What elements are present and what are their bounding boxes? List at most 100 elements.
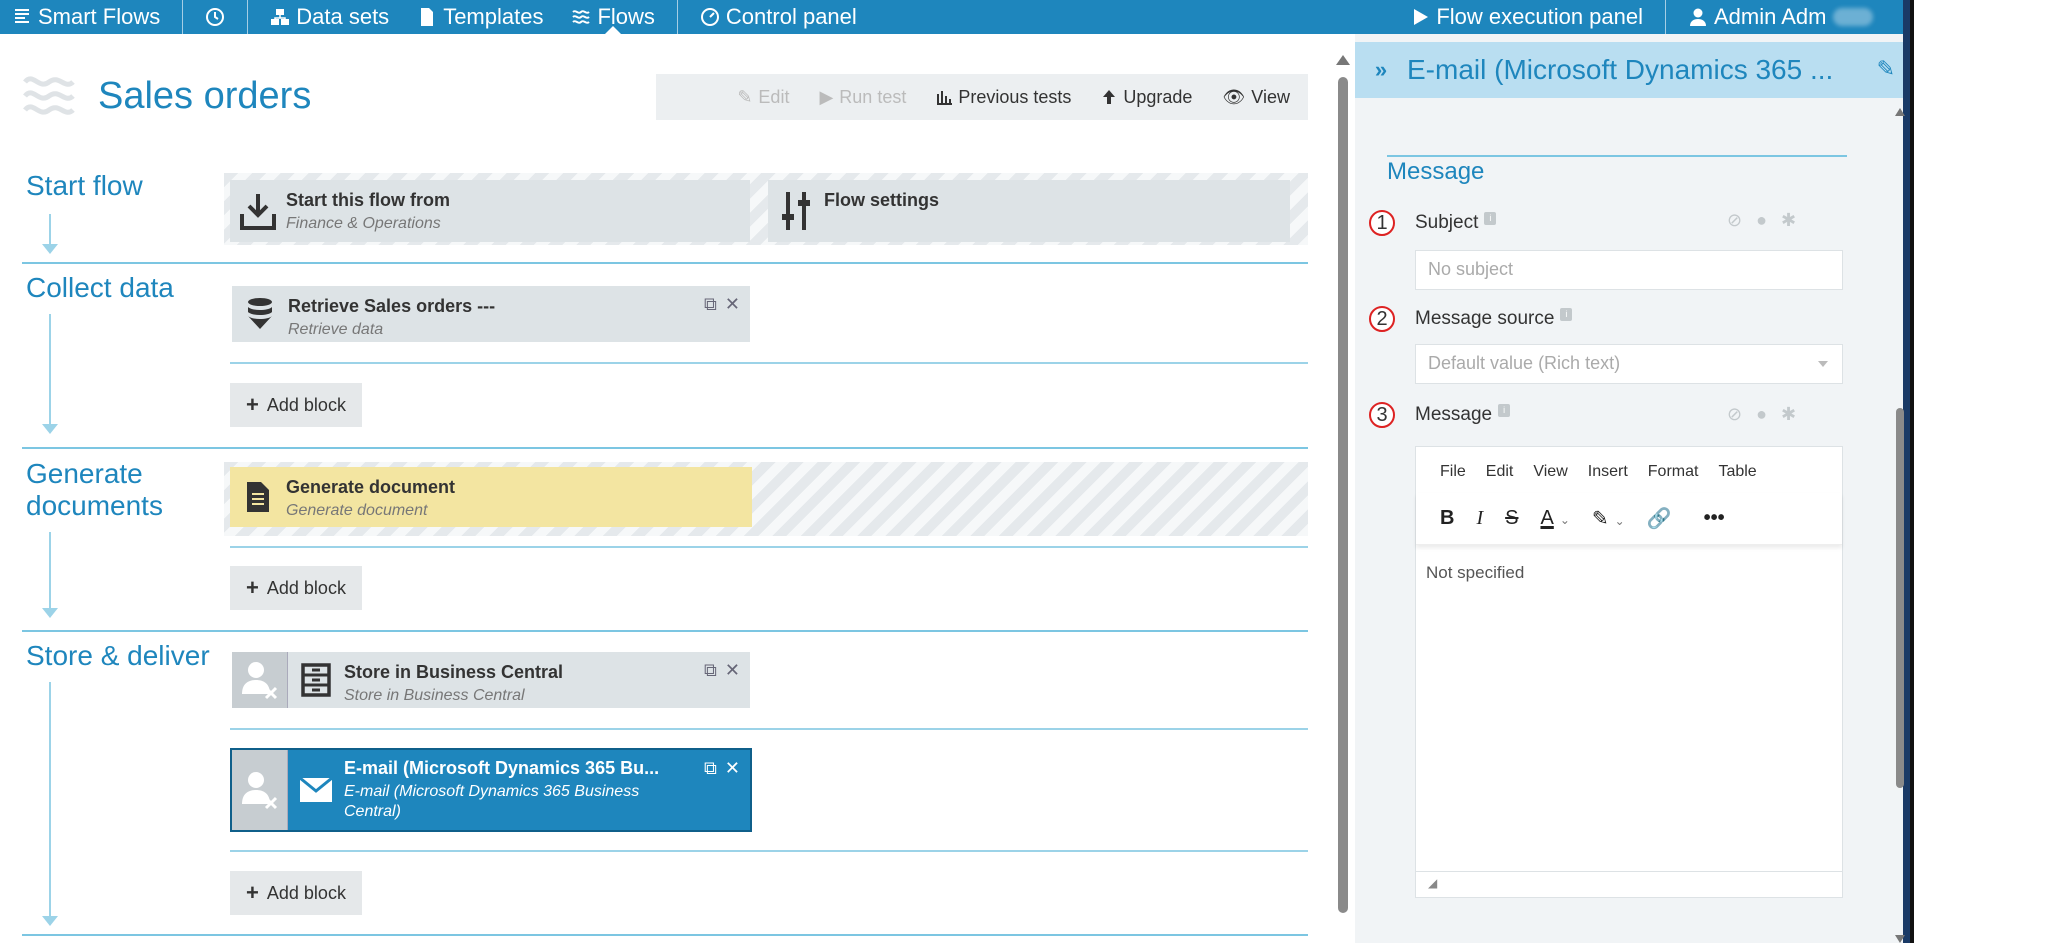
close-icon[interactable]: ✕	[725, 758, 740, 779]
start-flow-block[interactable]: Start this flow from Finance & Operation…	[230, 180, 750, 242]
menu-insert[interactable]: Insert	[1588, 463, 1628, 493]
copy-icon[interactable]: ⧉	[704, 660, 717, 681]
nav-templates[interactable]: Templates	[409, 0, 551, 34]
run-test-label: Run test	[839, 86, 907, 107]
edit-title-icon[interactable]: ✎	[1877, 56, 1895, 82]
nav-datasets[interactable]: Data sets	[262, 0, 397, 34]
add-block-button[interactable]: + Add block	[230, 383, 362, 427]
edit-button[interactable]: ✎ Edit	[737, 87, 789, 108]
view-button[interactable]: 👁 View	[1222, 87, 1290, 108]
editor-resize-handle[interactable]: ◢	[1416, 871, 1842, 897]
menu-view[interactable]: View	[1533, 463, 1567, 493]
message-label: Message	[1415, 404, 1493, 425]
nav-divider	[1665, 0, 1666, 34]
section-divider	[22, 630, 1308, 632]
block-subtitle: Central)	[344, 803, 401, 820]
rich-text-editor: File Edit View Insert Format Table B I S…	[1415, 446, 1843, 898]
block-title: Flow settings	[824, 190, 940, 210]
user-disabled-icon	[232, 652, 288, 708]
link-icon[interactable]: ⊘	[1727, 404, 1742, 425]
user-icon[interactable]: ●	[1756, 404, 1767, 425]
annotation-marker: 1	[1369, 210, 1395, 236]
generate-document-block[interactable]: Generate document Generate document	[230, 467, 752, 527]
play-icon: ▶	[819, 86, 834, 107]
block-subtitle: E-mail (Microsoft Dynamics 365 Business	[344, 783, 640, 800]
block-subtitle: Generate document	[286, 502, 428, 519]
copy-icon[interactable]: ⧉	[704, 294, 717, 315]
flow-settings-block[interactable]: Flow settings	[768, 180, 1290, 242]
user-icon	[1690, 8, 1706, 26]
bold-icon[interactable]: B	[1440, 507, 1454, 530]
scroll-up-arrow[interactable]	[1895, 108, 1905, 116]
clock-icon	[206, 8, 225, 26]
required-icon[interactable]: ✱	[1781, 404, 1796, 425]
main-scrollbar[interactable]	[1336, 55, 1350, 925]
editor-content[interactable]: Not specified	[1416, 545, 1842, 601]
menu-format[interactable]: Format	[1648, 463, 1699, 493]
link-icon[interactable]: 🔗	[1647, 506, 1672, 531]
previous-tests-button[interactable]: Previous tests	[936, 87, 1071, 108]
nav-history[interactable]	[197, 0, 233, 34]
message-source-value: Default value (Rich text)	[1428, 353, 1621, 373]
section-title-generate-documents: Generate documents	[26, 458, 163, 522]
panel-section-title: Message	[1387, 158, 1485, 185]
add-block-button[interactable]: + Add block	[230, 871, 362, 915]
menu-edit[interactable]: Edit	[1486, 463, 1514, 493]
scrollbar-thumb[interactable]	[1896, 408, 1904, 788]
panel-scrollbar[interactable]	[1895, 108, 1905, 943]
user-icon[interactable]: ●	[1756, 210, 1767, 231]
flow-connector-arrow	[42, 916, 58, 926]
flow-connector-line	[49, 314, 51, 424]
strikethrough-icon[interactable]: S	[1505, 507, 1518, 530]
more-icon[interactable]: •••	[1704, 507, 1725, 530]
email-block-selected[interactable]: E-mail (Microsoft Dynamics 365 Bu... E-m…	[230, 748, 752, 832]
info-icon[interactable]: i	[1498, 403, 1511, 417]
italic-icon[interactable]: I	[1476, 507, 1483, 530]
highlight-icon[interactable]: ✎ ⌄	[1592, 506, 1625, 531]
nav-flows[interactable]: Flows	[563, 0, 662, 34]
required-icon[interactable]: ✱	[1781, 210, 1796, 231]
sliders-icon	[768, 180, 824, 242]
chevron-down-icon: ⌄	[1614, 514, 1625, 528]
subject-input[interactable]: No subject	[1415, 250, 1843, 290]
store-business-central-block[interactable]: Store in Business Central Store in Busin…	[232, 652, 750, 708]
block-divider	[230, 362, 1308, 364]
collapse-panel-icon[interactable]: »	[1355, 57, 1407, 83]
info-icon[interactable]: i	[1484, 211, 1497, 225]
block-subtitle: Finance & Operations	[286, 215, 441, 232]
menu-file[interactable]: File	[1440, 463, 1466, 493]
nav-user-menu[interactable]: Admin Adm	[1680, 0, 1910, 34]
scrollbar-thumb[interactable]	[1338, 77, 1348, 913]
text-color-icon[interactable]: A ⌄	[1540, 507, 1569, 530]
nav-brand[interactable]: Smart Flows	[0, 0, 168, 34]
run-test-button[interactable]: ▶ Run test	[819, 87, 906, 108]
add-block-label: Add block	[266, 577, 346, 598]
menu-table[interactable]: Table	[1718, 463, 1756, 493]
retrieve-sales-orders-block[interactable]: Retrieve Sales orders --- Retrieve data …	[232, 286, 750, 342]
nav-flow-execution[interactable]: Flow execution panel	[1402, 0, 1651, 34]
scroll-down-arrow[interactable]	[1895, 935, 1905, 943]
block-actions: ⧉ ✕	[704, 294, 740, 315]
close-icon[interactable]: ✕	[725, 294, 740, 315]
block-title: E-mail (Microsoft Dynamics 365 Bu...	[344, 758, 660, 778]
copy-icon[interactable]: ⧉	[704, 758, 717, 779]
user-disabled-icon	[232, 750, 288, 830]
flow-connector-line	[49, 682, 51, 916]
link-icon[interactable]: ⊘	[1727, 210, 1742, 231]
upgrade-button[interactable]: Upgrade	[1101, 87, 1192, 108]
section-title-collect-data: Collect data	[26, 272, 174, 303]
flow-connector-arrow	[42, 244, 58, 254]
close-icon[interactable]: ✕	[725, 660, 740, 681]
add-block-label: Add block	[266, 394, 346, 415]
section-divider	[22, 447, 1308, 449]
block-title: Retrieve Sales orders ---	[288, 296, 496, 316]
message-label-wrap: Message i	[1415, 403, 1511, 426]
page-title: Sales orders	[98, 74, 312, 117]
info-icon[interactable]: i	[1560, 307, 1573, 321]
scroll-up-arrow[interactable]	[1336, 55, 1350, 65]
message-source-select[interactable]: Default value (Rich text)	[1415, 344, 1843, 384]
add-block-button[interactable]: + Add block	[230, 566, 362, 610]
play-icon	[1414, 9, 1429, 25]
section-title-line: documents	[26, 490, 163, 521]
nav-control-panel[interactable]: Control panel	[692, 0, 865, 34]
